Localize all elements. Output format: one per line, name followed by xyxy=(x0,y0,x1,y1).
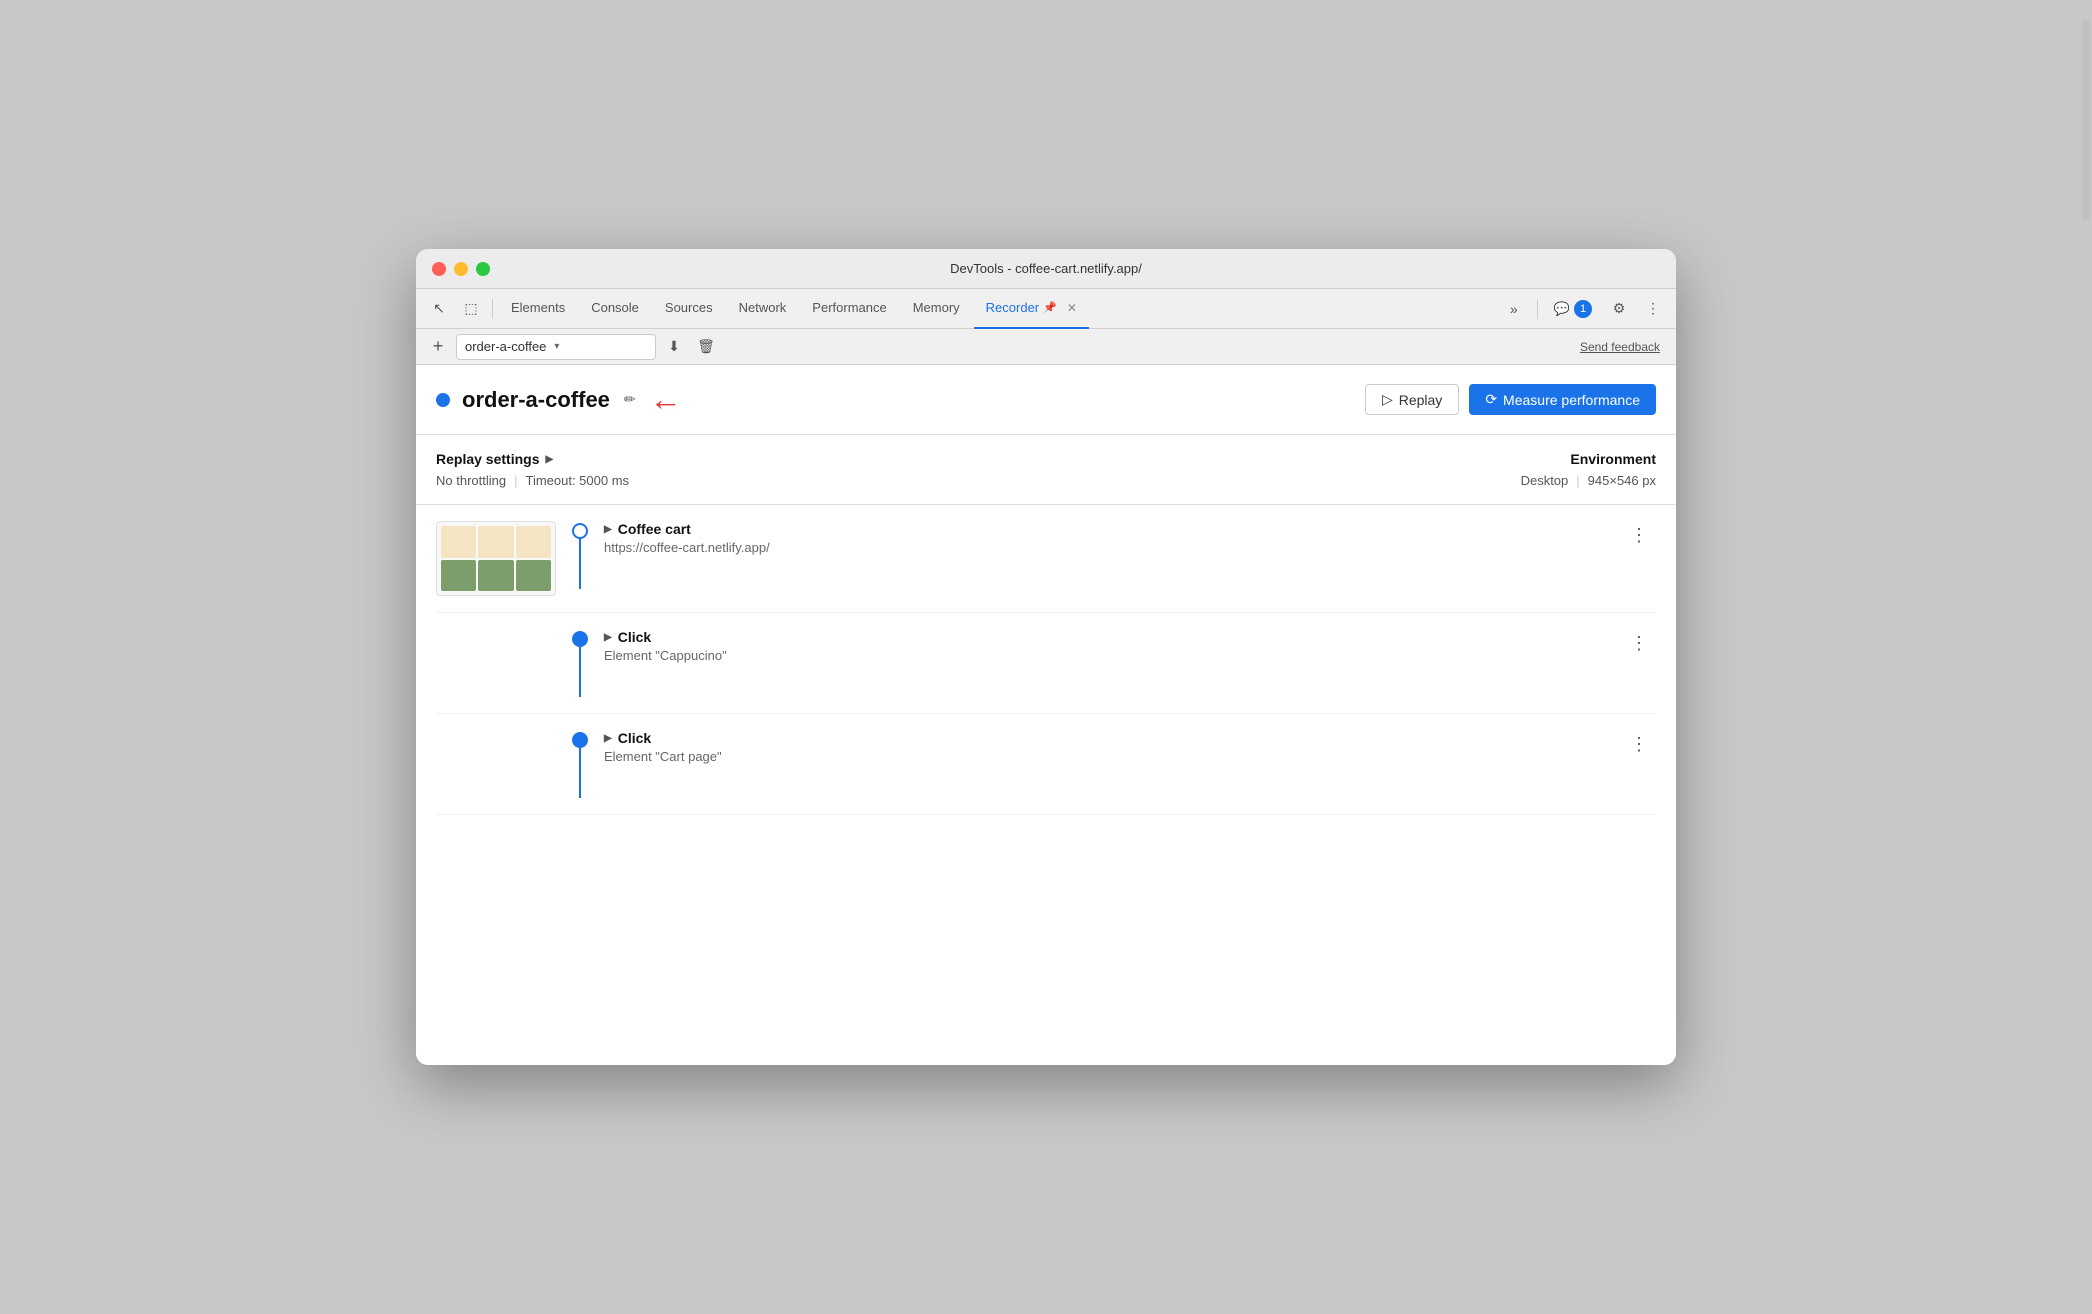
red-arrow-indicator: ← xyxy=(650,381,682,418)
replay-settings-section: Replay settings ▶ No throttling | Timeou… xyxy=(416,435,1676,505)
download-recording-button[interactable]: ⬇ xyxy=(660,333,688,361)
dimensions-label: 945×546 px xyxy=(1588,473,1656,488)
title-bar: DevTools - coffee-cart.netlify.app/ xyxy=(416,249,1676,289)
traffic-lights xyxy=(432,262,490,276)
maximize-button[interactable] xyxy=(476,262,490,276)
settings-icon[interactable]: ⚙ xyxy=(1604,294,1634,324)
step-line-2 xyxy=(579,647,581,697)
step-item-3: ▶ Click Element "Cart page" ⋮ xyxy=(436,714,1656,815)
measure-icon: ⟳ xyxy=(1485,391,1497,408)
step-content: ▶ Coffee cart https://coffee-cart.netlif… xyxy=(604,521,1622,555)
timeout-label: Timeout: 5000 ms xyxy=(525,473,629,488)
toolbar-divider xyxy=(492,299,493,319)
delete-recording-button[interactable]: 🗑 xyxy=(692,333,720,361)
add-recording-button[interactable]: + xyxy=(424,333,452,361)
measure-performance-button[interactable]: ⟳ Measure performance xyxy=(1469,384,1656,415)
settings-left: Replay settings ▶ No throttling | Timeou… xyxy=(436,451,629,488)
step-subtitle-2: Element "Cappucino" xyxy=(604,648,1622,663)
tab-memory[interactable]: Memory xyxy=(901,289,972,329)
recording-select[interactable]: order-a-coffee ▾ xyxy=(456,334,656,360)
toolbar-divider-2 xyxy=(1537,299,1538,319)
step-line xyxy=(579,539,581,589)
pin-icon: 📌 xyxy=(1043,301,1057,314)
close-button[interactable] xyxy=(432,262,446,276)
step-timeline xyxy=(572,523,588,589)
step-title[interactable]: ▶ Coffee cart xyxy=(604,521,1622,537)
step-subtitle: https://coffee-cart.netlify.app/ xyxy=(604,540,1622,555)
steps-container: ▶ Coffee cart https://coffee-cart.netlif… xyxy=(416,505,1676,815)
edit-icon: ✏ xyxy=(624,391,636,408)
environment-meta: Desktop | 945×546 px xyxy=(1521,473,1656,488)
replay-settings-title[interactable]: Replay settings ▶ xyxy=(436,451,629,467)
recording-status-dot xyxy=(436,393,450,407)
recording-header: order-a-coffee ✏ ← ▷ Replay ⟳ Measure pe… xyxy=(416,365,1676,435)
main-toolbar: ↖ ⬚ Elements Console Sources Network Per… xyxy=(416,289,1676,329)
step-expand-icon: ▶ xyxy=(604,524,612,535)
step-more-button[interactable]: ⋮ xyxy=(1622,521,1656,549)
tab-console[interactable]: Console xyxy=(579,289,651,329)
step-title-3[interactable]: ▶ Click xyxy=(604,730,1622,746)
step-timeline-2 xyxy=(572,631,588,697)
more-tabs-button[interactable]: » xyxy=(1499,294,1529,324)
tab-sources[interactable]: Sources xyxy=(653,289,725,329)
replay-button[interactable]: ▷ Replay xyxy=(1365,384,1459,415)
more-options-icon[interactable]: ⋮ xyxy=(1638,294,1668,324)
chat-icon: 💬 xyxy=(1554,301,1570,317)
tab-recorder[interactable]: Recorder 📌 ✕ xyxy=(974,289,1089,329)
main-content: order-a-coffee ✏ ← ▷ Replay ⟳ Measure pe… xyxy=(416,365,1676,1065)
step-subtitle-3: Element "Cart page" xyxy=(604,749,1622,764)
step-circle-3 xyxy=(572,732,588,748)
play-icon: ▷ xyxy=(1382,391,1393,408)
step-more-button-2[interactable]: ⋮ xyxy=(1622,629,1656,657)
tab-performance[interactable]: Performance xyxy=(800,289,898,329)
step-timeline-3 xyxy=(572,732,588,798)
step-circle xyxy=(572,523,588,539)
settings-meta: No throttling | Timeout: 5000 ms xyxy=(436,473,629,488)
step-expand-icon-3: ▶ xyxy=(604,733,612,744)
header-actions: ▷ Replay ⟳ Measure performance xyxy=(1365,384,1656,415)
recording-name: order-a-coffee xyxy=(462,387,610,413)
environment-title: Environment xyxy=(1521,451,1656,467)
layers-icon[interactable]: ⬚ xyxy=(456,294,486,324)
tab-elements[interactable]: Elements xyxy=(499,289,577,329)
devtools-window: DevTools - coffee-cart.netlify.app/ ↖ ⬚ … xyxy=(416,249,1676,1065)
edit-name-button[interactable]: ✏ xyxy=(620,387,640,412)
tab-close-icon[interactable]: ✕ xyxy=(1067,301,1077,315)
chat-badge: 1 xyxy=(1574,300,1592,318)
step-line-3 xyxy=(579,748,581,798)
step-item: ▶ Click Element "Cappucino" ⋮ xyxy=(436,613,1656,714)
chevron-down-icon: ▾ xyxy=(554,341,559,352)
step-circle-2 xyxy=(572,631,588,647)
step-content-3: ▶ Click Element "Cart page" xyxy=(604,730,1622,764)
cursor-icon[interactable]: ↖ xyxy=(424,294,454,324)
step-content-2: ▶ Click Element "Cappucino" xyxy=(604,629,1622,663)
minimize-button[interactable] xyxy=(454,262,468,276)
recording-select-value: order-a-coffee xyxy=(465,339,546,354)
step-item: ▶ Coffee cart https://coffee-cart.netlif… xyxy=(436,505,1656,613)
meta-divider: | xyxy=(514,473,517,488)
step-thumbnail xyxy=(436,521,556,596)
send-feedback-link[interactable]: Send feedback xyxy=(1580,340,1668,354)
settings-right: Environment Desktop | 945×546 px xyxy=(1521,451,1656,488)
no-throttling-label: No throttling xyxy=(436,473,506,488)
chat-button[interactable]: 💬 1 xyxy=(1546,296,1600,322)
settings-expand-icon: ▶ xyxy=(545,454,553,465)
toolbar-right: » 💬 1 ⚙ ⋮ xyxy=(1499,294,1668,324)
env-divider: | xyxy=(1576,473,1579,488)
step-title-2[interactable]: ▶ Click xyxy=(604,629,1622,645)
step-expand-icon-2: ▶ xyxy=(604,632,612,643)
desktop-label: Desktop xyxy=(1521,473,1569,488)
step-more-button-3[interactable]: ⋮ xyxy=(1622,730,1656,758)
tab-network[interactable]: Network xyxy=(727,289,799,329)
window-title: DevTools - coffee-cart.netlify.app/ xyxy=(950,261,1142,276)
secondary-toolbar: + order-a-coffee ▾ ⬇ 🗑 Send feedback xyxy=(416,329,1676,365)
